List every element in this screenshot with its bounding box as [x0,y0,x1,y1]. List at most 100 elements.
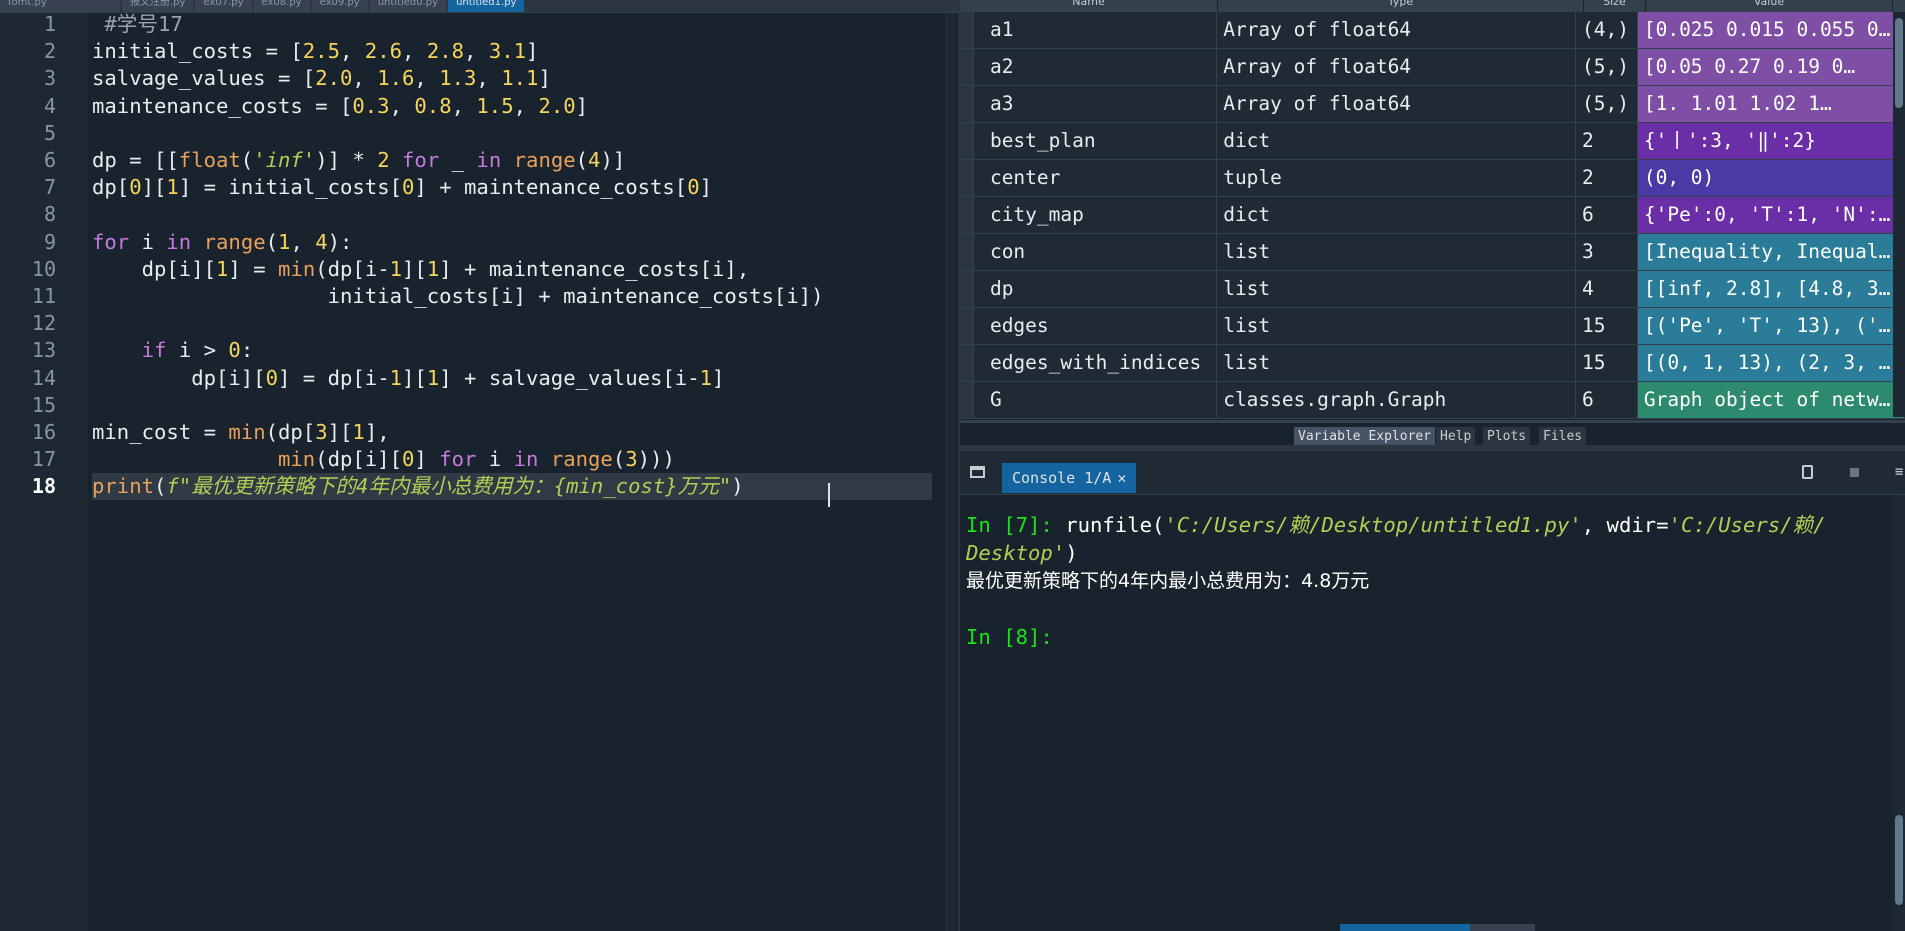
file-path: 'C:/Users/赖/Desktop/untitled1.py' [1164,513,1582,537]
browse-tabs-icon[interactable] [970,466,985,478]
editor-tab[interactable]: ex08.py [253,0,310,12]
variable-value: [1. 1.01 1.02 1… [1637,86,1905,122]
code-line[interactable]: salvage_values = [2.0, 1.6, 1.3, 1.1] [92,65,551,92]
variable-value: {'Pe':0, 'T':1, 'N':… [1637,197,1905,233]
variable-name: G [973,382,1218,418]
code-area[interactable]: #学号17 initial_costs = [2.5, 2.6, 2.8, 3.1… [92,11,932,931]
options-menu-icon[interactable]: ≡ [1895,465,1905,479]
variable-size: (4,) [1576,12,1638,48]
code-line[interactable]: for i in range(1, 4): [92,229,352,256]
line-number: 18 [31,474,56,499]
code-line[interactable]: min_cost = min(dp[3][1], [92,419,390,446]
line-number: 15 [31,392,56,417]
variable-name: city_map [973,197,1218,233]
code-line[interactable]: initial_costs = [2.5, 2.6, 2.8, 3.1] [92,38,538,65]
header-value[interactable]: Value [1646,0,1893,12]
variable-row[interactable]: Gclasses.graph.Graph 6 Graph object of net… [960,382,1905,419]
line-number: 8 [43,202,56,227]
line-number: 17 [31,447,56,472]
tab-help[interactable]: Help [1436,427,1476,447]
variable-type: dict [1217,123,1577,159]
editor-tab[interactable]: ex09.py [311,0,368,12]
line-number: 7 [43,175,56,200]
code-line[interactable]: initial_costs[i] + maintenance_costs[i]) [92,283,824,310]
variable-row[interactable]: a2 Array of float64 (5,) [0.05 0.27 0.19 0… [960,49,1905,86]
editor-tab[interactable]: untitled1.py [448,0,525,12]
line-number: 11 [31,284,56,308]
scrollbar-thumb[interactable] [1895,815,1903,905]
variable-name: con [973,234,1218,270]
variable-type: list [1217,308,1577,344]
stop-icon[interactable] [1850,468,1859,477]
code-line[interactable]: dp[i][1] = min(dp[i-1][1] + maintenance_… [92,256,750,283]
variable-size: (5,) [1576,86,1638,122]
header-name[interactable]: Name [960,0,1218,12]
code-editor[interactable]: fomt.py 报文注册.py ex07.py ex08.py ex09.py untit… [0,0,958,931]
line-number: 14 [31,365,56,390]
tab-console-1a[interactable]: Console 1/A ✕ [1002,463,1137,493]
status-indicator [1340,924,1470,931]
status-indicator-2 [1470,924,1535,931]
variable-row[interactable]: dp list 4 [[inf, 2.8], [4.8, 3… [960,271,1905,308]
row-indicator [960,86,974,122]
input-prompt: In [8]: [966,625,1053,649]
line-number: 3 [43,66,56,91]
scrollbar-thumb[interactable] [1895,18,1903,108]
console-input-line-cont: Desktop') [966,539,1078,567]
variable-row[interactable]: city_map dict 6 {'Pe':0, 'T':1, 'N':… [960,197,1905,234]
code-line[interactable]: maintenance_costs = [0.3, 0.8, 1.5, 2.0] [92,93,588,120]
variable-type: Array of float64 [1217,49,1577,85]
variable-type: tuple [1217,160,1577,196]
variable-value: [[inf, 2.8], [4.8, 3… [1637,271,1905,307]
row-indicator [960,234,974,270]
variable-row[interactable]: edges_with_indices list 15 [(0, 1, 13), (2,… [960,345,1905,382]
line-number: 4 [43,93,56,118]
variable-name: a1 [973,12,1218,48]
header-size[interactable]: Size [1584,0,1646,12]
editor-tab[interactable]: ex07.py [195,0,252,12]
close-paren: ) [1065,541,1078,565]
variable-value: [0.025 0.015 0.055 0… [1637,12,1905,48]
console-tab-bar: Console 1/A ✕ ≡ [960,451,1905,495]
variable-size: 15 [1576,345,1638,381]
variable-size: 3 [1576,234,1638,270]
header-type[interactable]: Type [1218,0,1584,12]
line-number: 2 [43,39,56,64]
code-line[interactable]: #学号17 [92,11,182,38]
row-indicator [960,123,974,159]
tab-files[interactable]: Files [1539,427,1587,447]
tab-plots[interactable]: Plots [1483,427,1531,447]
code-line[interactable]: print(f"最优更新策略下的4年内最小总费用为：{min_cost}万元") [92,473,932,501]
row-indicator [960,382,974,418]
variable-size: 6 [1576,382,1638,418]
code-line[interactable]: dp[0][1] = initial_costs[0] + maintenanc… [92,174,712,201]
console-tab-label: Console 1/A [1012,469,1112,487]
variable-value: Graph object of netw… [1637,382,1905,418]
editor-tab[interactable]: untitled0.py [369,0,447,12]
variable-table-scrollbar[interactable] [1893,12,1905,417]
code-line[interactable]: min(dp[i][0] for i in range(3))) [92,446,675,473]
console-output[interactable]: In [7]: runfile('C:/Users/赖/Desktop/unti… [966,511,1891,931]
variable-size: 2 [1576,123,1638,159]
code-line[interactable]: dp[i][0] = dp[i-1][1] + salvage_values[i… [92,365,724,392]
variable-row[interactable]: center tuple 2 (0, 0) [960,160,1905,197]
variable-row[interactable]: best_plan dict 2 {'丨':3, '‖':2} [960,123,1905,160]
clear-console-icon[interactable] [1802,465,1813,479]
row-indicator [960,345,974,381]
variable-type: classes.graph.Graph [1217,382,1577,418]
code-line[interactable]: dp = [[float('inf')] * 2 for _ in range(… [92,147,625,174]
variable-type: list [1217,345,1577,381]
variable-name: dp [973,271,1218,307]
close-icon[interactable]: ✕ [1117,469,1126,487]
line-number: 9 [43,229,56,254]
variable-row[interactable]: edges list 15 [('Pe', 'T', 13), ('… [960,308,1905,345]
console-next-prompt: In [8]: [966,623,1053,651]
editor-scrollbar[interactable] [946,13,956,931]
code-line[interactable]: if i > 0: [92,337,254,364]
line-number: 10 [31,256,56,281]
variable-row[interactable]: a3 Array of float64 (5,) [1. 1.01 1.02 1… [960,86,1905,123]
variable-row[interactable]: a1 Array of float64 (4,) [0.025 0.015 0.055… [960,12,1905,49]
tab-variable-explorer[interactable]: Variable Explorer [1294,427,1436,447]
variable-row[interactable]: con list 3 [Inequality, Inequal… [960,234,1905,271]
console-scrollbar[interactable] [1893,495,1905,931]
